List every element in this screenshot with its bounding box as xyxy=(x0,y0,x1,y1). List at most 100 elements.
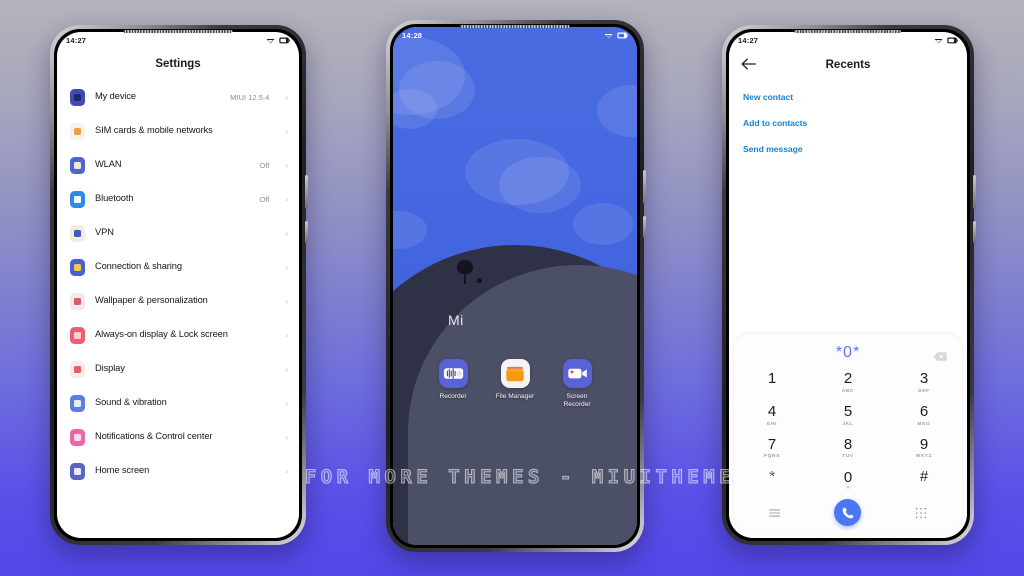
battery-icon xyxy=(617,32,628,39)
earpiece-speaker xyxy=(794,30,902,33)
keypad-key[interactable]: 1 xyxy=(734,368,810,398)
settings-row-label: Connection & sharing xyxy=(95,261,182,272)
icon-glyph xyxy=(74,331,81,339)
page-title: Settings xyxy=(155,58,201,70)
wifi-icon xyxy=(934,39,943,44)
power-button[interactable] xyxy=(305,221,308,243)
device-icon xyxy=(70,88,85,106)
keypad-key-letters: GHI xyxy=(766,420,778,426)
keypad-key-digit: 1 xyxy=(767,370,777,387)
keypad-key[interactable]: 5 JKL xyxy=(810,401,886,431)
chevron-right-icon: › xyxy=(285,398,288,408)
battery-icon xyxy=(947,37,958,44)
lock-screen-icon xyxy=(70,326,85,344)
dialer-action-link[interactable]: Send message xyxy=(743,136,953,162)
settings-row[interactable]: My device MIUI 12.5.4 › xyxy=(57,80,299,114)
dialed-number: *0* xyxy=(835,344,861,361)
app-label: File Manager xyxy=(495,393,535,400)
chevron-right-icon: › xyxy=(285,330,288,340)
keypad-key-digit: 7 xyxy=(767,435,777,453)
settings-row-label: Always-on display & Lock screen xyxy=(95,329,228,340)
status-bar-icons xyxy=(266,37,290,44)
app-shortcut[interactable]: Recorder xyxy=(432,359,474,410)
settings-row-value: Off xyxy=(259,194,270,204)
app-dock: Recorder File Manager Screen Recorder xyxy=(393,359,637,410)
keypad-key-digit: 3 xyxy=(919,370,929,387)
keypad-key[interactable]: 0 + xyxy=(810,466,886,496)
vpn-icon xyxy=(70,224,85,242)
chevron-right-icon: › xyxy=(285,126,288,136)
keypad-key-letters: + xyxy=(846,485,850,492)
cloud-icon xyxy=(499,157,581,213)
status-bar: 14:28 xyxy=(393,27,637,44)
backspace-icon[interactable] xyxy=(933,349,947,361)
icon-glyph xyxy=(74,195,81,203)
settings-row[interactable]: Sound & vibration › xyxy=(57,386,299,420)
settings-row[interactable]: Display › xyxy=(57,352,299,386)
dialer-action-link[interactable]: Add to contacts xyxy=(743,110,953,136)
keypad-key[interactable]: 8 TUV xyxy=(810,434,886,464)
call-button[interactable] xyxy=(834,499,862,526)
keypad-key-digit: 0 xyxy=(843,468,853,486)
keypad-key[interactable]: * xyxy=(734,466,810,496)
settings-row-value: Off xyxy=(259,160,270,170)
wallpaper-icon xyxy=(70,292,85,310)
sim-card-icon xyxy=(70,122,85,140)
keypad-key[interactable]: 9 WXYZ xyxy=(886,434,962,464)
settings-row[interactable]: WLAN Off › xyxy=(57,148,299,182)
chevron-right-icon: › xyxy=(285,160,288,170)
keypad-key[interactable]: 7 PQRS xyxy=(734,434,810,464)
file-manager-icon[interactable] xyxy=(500,359,530,388)
settings-row[interactable]: Notifications & Control center › xyxy=(57,420,299,454)
icon-glyph xyxy=(74,161,81,169)
phone-dialer-bezel: 14:27 Recents New contact Add to contact… xyxy=(726,29,970,541)
icon-glyph xyxy=(74,127,81,135)
settings-row[interactable]: Wallpaper & personalization › xyxy=(57,284,299,318)
status-bar-icons xyxy=(604,32,628,39)
settings-row[interactable]: Bluetooth Off › xyxy=(57,182,299,216)
notifications-icon xyxy=(70,428,85,446)
volume-button[interactable] xyxy=(973,175,976,209)
status-bar-time: 14:27 xyxy=(66,36,87,45)
phone-settings-bezel: 14:27 Settings My device MIUI 12.5.4 › SIM … xyxy=(54,29,302,541)
power-button[interactable] xyxy=(643,216,646,238)
keypad-key[interactable]: 3 DEF xyxy=(886,368,962,398)
sound-icon xyxy=(70,394,85,412)
keypad-key-letters: MNO xyxy=(917,420,931,426)
home-screen-icon xyxy=(70,462,85,480)
menu-icon[interactable] xyxy=(738,508,811,518)
icon-glyph xyxy=(74,399,81,407)
settings-row[interactable]: VPN › xyxy=(57,216,299,250)
settings-row[interactable]: SIM cards & mobile networks › xyxy=(57,114,299,148)
volume-button[interactable] xyxy=(305,175,308,209)
settings-row[interactable]: Home screen › xyxy=(57,454,299,488)
app-shortcut[interactable]: File Manager xyxy=(494,359,536,410)
keypad-key[interactable]: 6 MNO xyxy=(886,401,962,431)
settings-row-value: MIUI 12.5.4 xyxy=(230,92,270,102)
settings-row-label: My device xyxy=(95,91,136,102)
settings-row-label: Bluetooth xyxy=(95,193,134,204)
dialer-screen: 14:27 Recents New contact Add to contact… xyxy=(729,32,967,538)
keypad-key[interactable]: 2 ABC xyxy=(810,368,886,398)
bush-icon xyxy=(477,278,482,283)
settings-row[interactable]: Connection & sharing › xyxy=(57,250,299,284)
chevron-right-icon: › xyxy=(285,92,288,102)
recorder-icon[interactable] xyxy=(438,359,468,388)
chevron-right-icon: › xyxy=(285,364,288,374)
chevron-right-icon: › xyxy=(285,432,288,442)
settings-row[interactable]: Always-on display & Lock screen › xyxy=(57,318,299,352)
phone-home: Mi Recorder File Manager Screen Recorder 1… xyxy=(386,20,646,552)
power-button[interactable] xyxy=(973,221,976,243)
keypad-key[interactable]: 4 GHI xyxy=(734,401,810,431)
keypad-panel: *0* 1 2 ABC 3 DEF 4 GHI 5 JKL 6 MNO 7 PQRS 8 TUV 9 WXYZ *… xyxy=(734,334,962,534)
app-label: Recorder xyxy=(439,393,467,400)
volume-button[interactable] xyxy=(643,170,646,204)
keypad-key-digit: 5 xyxy=(843,402,853,420)
screen-recorder-icon[interactable] xyxy=(562,359,592,388)
dialer-action-link[interactable]: New contact xyxy=(743,84,953,110)
keypad-key[interactable]: # xyxy=(886,466,962,496)
app-shortcut[interactable]: Screen Recorder xyxy=(556,359,598,410)
keypad-icon[interactable] xyxy=(885,507,958,519)
settings-row-label: WLAN xyxy=(95,159,122,170)
phone-dialer: 14:27 Recents New contact Add to contact… xyxy=(722,25,976,545)
